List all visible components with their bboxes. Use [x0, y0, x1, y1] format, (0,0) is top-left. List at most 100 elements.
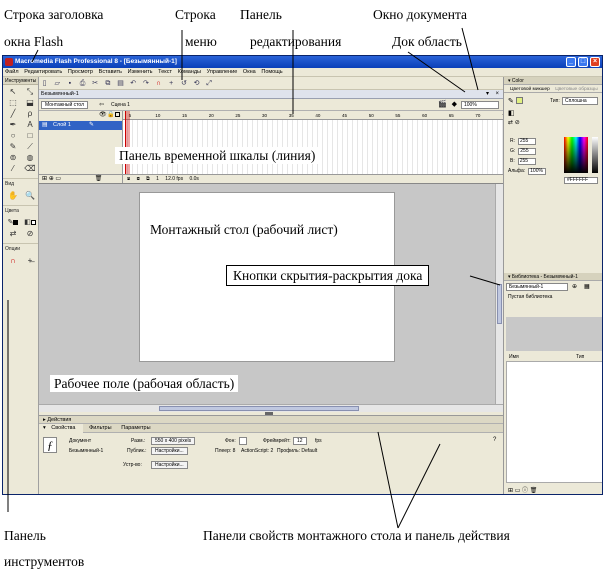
- open-file-icon[interactable]: ▱: [53, 79, 62, 88]
- cut-icon[interactable]: ✂: [91, 79, 100, 88]
- delete-layer-icon[interactable]: 🗑: [95, 176, 103, 182]
- add-layer-icon[interactable]: ⊞: [42, 176, 47, 182]
- undo-icon[interactable]: ↶: [129, 79, 138, 88]
- layer-row[interactable]: ▤ Слой 1 ✎: [39, 121, 122, 130]
- minimize-button[interactable]: _: [566, 57, 576, 67]
- menu-insert[interactable]: Вставить: [97, 68, 124, 77]
- frame-ruler[interactable]: 5 10 15 20 25 30 35 40 45 50 55 60 65 70…: [123, 111, 503, 120]
- pen-tool-icon[interactable]: ✒: [5, 120, 21, 130]
- maximize-button[interactable]: □: [578, 57, 588, 67]
- hand-tool-icon[interactable]: ✋: [5, 191, 21, 201]
- eraser-tool-icon[interactable]: ⌫: [22, 164, 38, 174]
- document-tab[interactable]: Безымянный-1: [41, 90, 79, 99]
- save-icon[interactable]: ▪: [65, 79, 74, 88]
- outline-icon[interactable]: [115, 112, 120, 117]
- col-name[interactable]: Имя: [509, 353, 519, 361]
- redo-icon[interactable]: ↷: [141, 79, 150, 88]
- menu-file[interactable]: Файл: [3, 68, 21, 77]
- brush-tool-icon[interactable]: ⟋: [22, 142, 38, 152]
- onion-outline-icon[interactable]: ⧇: [137, 175, 140, 184]
- smooth-icon[interactable]: +: [167, 79, 176, 88]
- pin-library-icon[interactable]: ⊕: [572, 283, 577, 290]
- tab-filters[interactable]: Фильтры: [85, 424, 115, 433]
- red-input[interactable]: 255: [518, 138, 536, 145]
- edit-symbol-icon[interactable]: ◆: [452, 100, 457, 109]
- straighten-icon[interactable]: ↺: [179, 79, 188, 88]
- rectangle-tool-icon[interactable]: □: [22, 131, 38, 141]
- tab-color-swatches[interactable]: Цветовые образцы: [553, 86, 599, 94]
- horizontal-scrollbar[interactable]: [39, 404, 503, 412]
- device-settings-button[interactable]: Настройки...: [151, 461, 188, 469]
- fill-color-icon[interactable]: ◧: [508, 109, 515, 117]
- subselection-tool-icon[interactable]: ⤡: [22, 87, 38, 97]
- library-footer-icons[interactable]: ⊞ ▭ ⓘ 🗑: [508, 485, 537, 494]
- print-icon[interactable]: ⎙: [78, 79, 87, 88]
- eye-icon[interactable]: 👁: [99, 112, 107, 119]
- ink-bottle-tool-icon[interactable]: ⊚: [5, 153, 21, 163]
- help-icon[interactable]: ?: [493, 437, 496, 443]
- rotate-icon[interactable]: ⟲: [192, 79, 201, 88]
- close-button[interactable]: ×: [590, 57, 600, 67]
- fill-color-icon[interactable]: ◧: [22, 218, 38, 228]
- scale-icon[interactable]: ⤢: [205, 79, 214, 88]
- stroke-color-icon[interactable]: ✎: [508, 97, 514, 105]
- fill-type-select[interactable]: Сплошна: [562, 97, 598, 105]
- smooth-option-icon[interactable]: +̶: [22, 256, 38, 266]
- actions-panel-header[interactable]: ▸ Действия: [39, 415, 503, 424]
- copy-icon[interactable]: ⧉: [103, 79, 112, 88]
- new-file-icon[interactable]: ▯: [40, 79, 49, 88]
- menu-window[interactable]: Окна: [241, 68, 258, 77]
- stage-tab[interactable]: Монтажный стол: [41, 101, 88, 109]
- paste-icon[interactable]: ▤: [116, 79, 125, 88]
- snap-icon[interactable]: ∩: [154, 79, 163, 88]
- selection-tool-icon[interactable]: ↖: [5, 87, 21, 97]
- pencil-tool-icon[interactable]: ✎: [5, 142, 21, 152]
- lasso-tool-icon[interactable]: ρ: [22, 109, 38, 119]
- swap-colors-icon[interactable]: ⇄ ⊘: [508, 119, 520, 126]
- line-tool-icon[interactable]: ╱: [5, 109, 21, 119]
- onion-skin-icon[interactable]: ⧈: [127, 175, 130, 184]
- snap-magnet-icon[interactable]: ∩: [5, 256, 21, 266]
- size-button[interactable]: 550 x 400 pixels: [151, 437, 196, 445]
- add-folder-icon[interactable]: ▭: [55, 176, 61, 182]
- menu-control[interactable]: Управление: [205, 68, 240, 77]
- menu-help[interactable]: Помощь: [259, 68, 284, 77]
- col-type[interactable]: Тип: [576, 353, 584, 361]
- edit-frames-icon[interactable]: ⧉: [146, 175, 150, 184]
- color-spectrum[interactable]: [564, 137, 588, 173]
- tab-parameters[interactable]: Параметры: [117, 424, 154, 433]
- menu-modify[interactable]: Изменить: [126, 68, 155, 77]
- bg-color-swatch[interactable]: [239, 437, 247, 445]
- publish-settings-button[interactable]: Настройки...: [151, 447, 188, 455]
- edit-scene-icon[interactable]: 🎬: [438, 100, 447, 109]
- fps-input[interactable]: 12: [293, 437, 307, 445]
- scene-label[interactable]: Сцена 1: [111, 101, 130, 109]
- work-area[interactable]: [39, 184, 495, 404]
- library-list[interactable]: [506, 361, 602, 483]
- tab-color-mixer[interactable]: Цветовой микшер: [508, 86, 552, 94]
- free-transform-tool-icon[interactable]: ⬚: [5, 98, 21, 108]
- hex-input[interactable]: #FFFFFF: [564, 177, 598, 184]
- fill-transform-tool-icon[interactable]: ⬓: [22, 98, 38, 108]
- swap-colors-icon[interactable]: ⇄: [5, 229, 21, 239]
- tab-properties[interactable]: ▾ Свойства: [39, 424, 84, 433]
- zoom-select[interactable]: 100%: [461, 101, 499, 109]
- scroll-thumb[interactable]: [497, 284, 502, 324]
- green-input[interactable]: 255: [518, 148, 537, 155]
- scroll-thumb[interactable]: [159, 406, 359, 411]
- new-library-icon[interactable]: ▦: [584, 283, 590, 290]
- dock-collapse-icon[interactable]: ▾: [486, 90, 489, 99]
- blue-input[interactable]: 255: [517, 158, 536, 165]
- back-arrow-icon[interactable]: ⇦: [99, 101, 104, 109]
- library-document-select[interactable]: Безымянный-1: [506, 283, 568, 291]
- no-color-icon[interactable]: ⊘: [22, 229, 38, 239]
- color-panel-header[interactable]: ▾ Color: [504, 77, 602, 85]
- menu-view[interactable]: Просмотр: [66, 68, 95, 77]
- menu-edit[interactable]: Редактировать: [22, 68, 64, 77]
- alpha-input[interactable]: 100%: [528, 168, 547, 175]
- vertical-scrollbar[interactable]: [495, 184, 503, 404]
- brightness-bar[interactable]: [592, 137, 598, 173]
- zoom-tool-icon[interactable]: 🔍: [22, 191, 38, 201]
- menu-text[interactable]: Текст: [156, 68, 174, 77]
- document-close-icon[interactable]: ×: [495, 90, 499, 99]
